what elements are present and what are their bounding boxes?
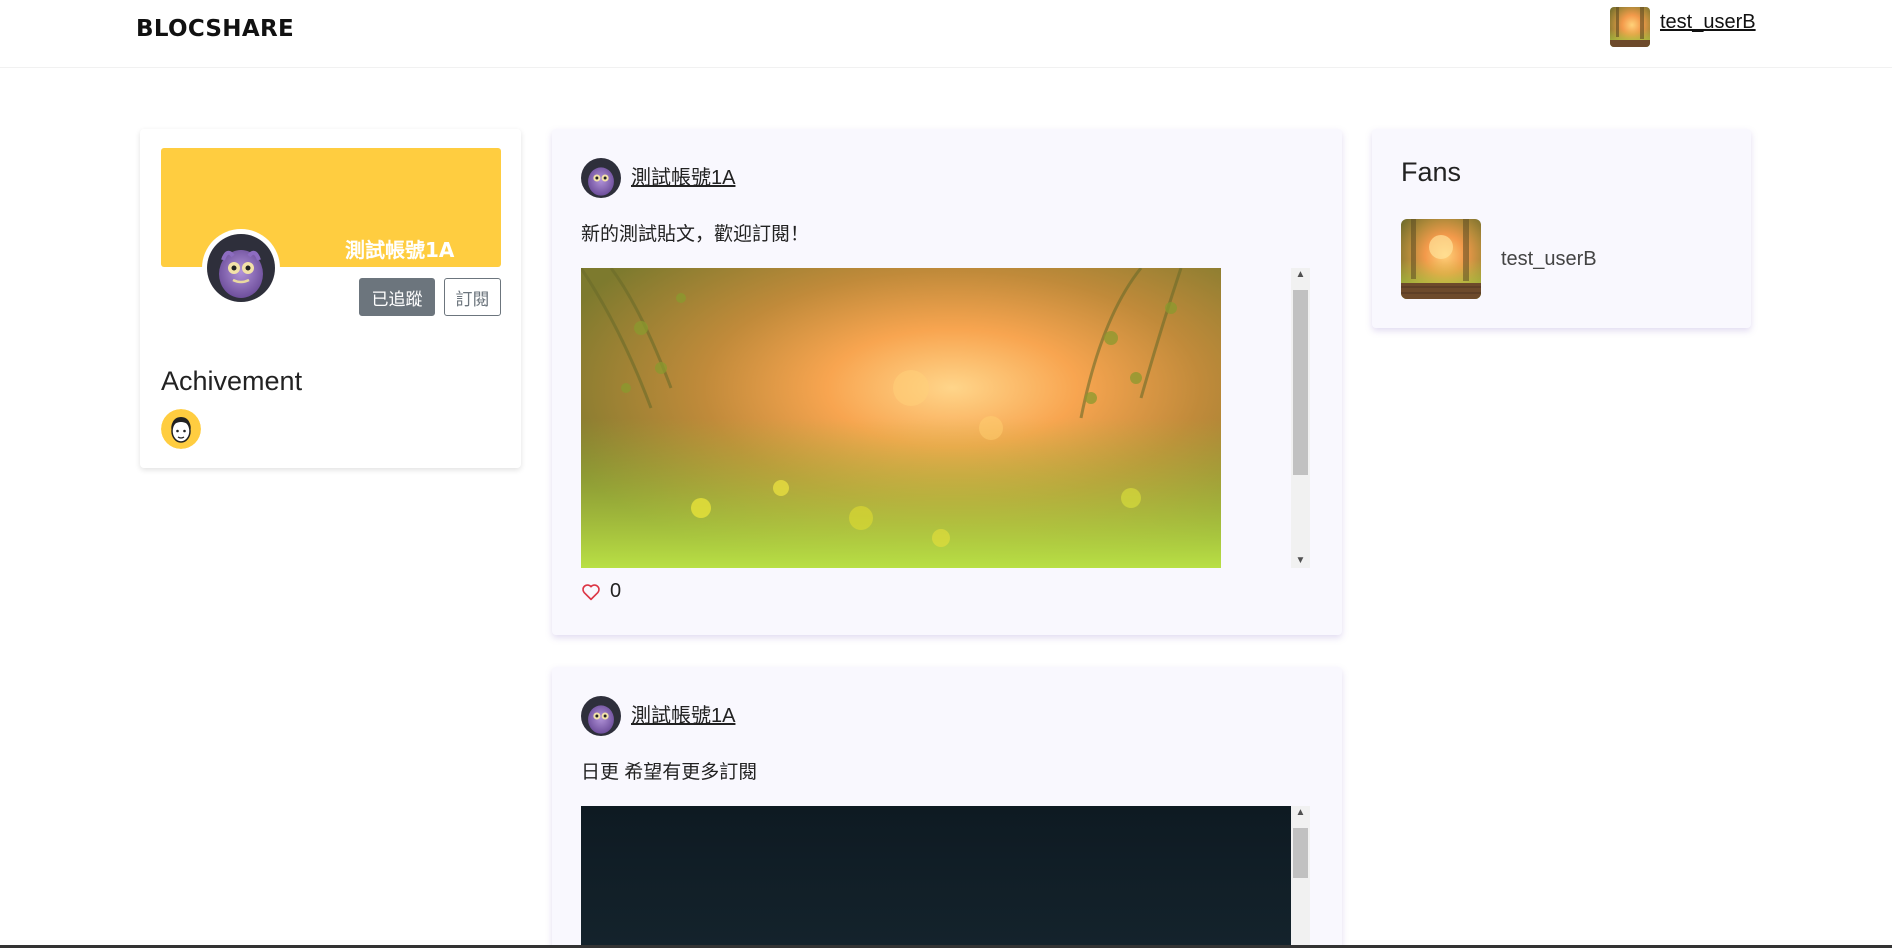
user-avatar[interactable] <box>1610 7 1650 47</box>
post-image-scroll[interactable]: ▲ ▼ <box>581 268 1310 568</box>
scrollbar-thumb[interactable] <box>1293 828 1308 878</box>
author-name-link[interactable]: 測試帳號1A <box>631 161 735 190</box>
profile-avatar <box>202 229 280 307</box>
scroll-down-icon[interactable]: ▼ <box>1291 554 1310 568</box>
brand-logo[interactable]: BLOCSHARE <box>136 16 294 42</box>
post-card: 測試帳號1A 新的測試貼文，歡迎訂閱！ ▲ ▼ 0 <box>552 129 1342 635</box>
fan-avatar[interactable] <box>1401 219 1481 299</box>
post-image <box>581 806 1291 946</box>
nav-user-menu[interactable]: test_userB <box>1610 7 1756 47</box>
profile-name: 測試帳號1A <box>345 238 455 262</box>
heart-outline-icon[interactable] <box>581 583 601 601</box>
post-media-scrollbar[interactable]: ▲ ▼ <box>1291 268 1310 568</box>
fan-item[interactable]: test_userB <box>1401 219 1597 299</box>
fans-title: Fans <box>1401 157 1462 187</box>
nav-username-link[interactable]: test_userB <box>1660 11 1756 34</box>
followed-button[interactable]: 已追蹤 <box>359 278 435 316</box>
achievement-badge-icon[interactable] <box>161 409 201 449</box>
post-image-scroll[interactable]: ▲ <box>581 806 1310 946</box>
post-author: 測試帳號1A <box>581 158 735 198</box>
navbar: BLOCSHARE test_userB <box>0 0 1892 68</box>
post-image <box>581 268 1221 568</box>
like-row: 0 <box>581 580 621 603</box>
post-media-scrollbar[interactable]: ▲ <box>1291 806 1310 946</box>
author-avatar[interactable] <box>581 696 621 736</box>
monster-avatar-icon <box>581 696 621 736</box>
fan-name[interactable]: test_userB <box>1501 248 1597 271</box>
post-author: 測試帳號1A <box>581 696 735 736</box>
monster-avatar-icon <box>581 158 621 198</box>
monster-avatar-icon <box>207 234 275 302</box>
author-avatar[interactable] <box>581 158 621 198</box>
scrollbar-thumb[interactable] <box>1293 290 1308 475</box>
author-name-link[interactable]: 測試帳號1A <box>631 699 735 728</box>
subscribe-button[interactable]: 訂閱 <box>444 278 501 316</box>
post-text: 日更 希望有更多訂閱 <box>581 762 758 783</box>
scroll-up-icon[interactable]: ▲ <box>1291 268 1310 282</box>
like-count: 0 <box>610 580 622 602</box>
post-card: 測試帳號1A 日更 希望有更多訂閱 ▲ <box>552 667 1342 948</box>
scroll-up-icon[interactable]: ▲ <box>1291 806 1310 820</box>
profile-card: 測試帳號1A 已追蹤 訂閱 Achivement <box>140 129 521 468</box>
post-text: 新的測試貼文，歡迎訂閱！ <box>581 224 810 245</box>
fans-card: Fans test_userB <box>1372 129 1751 328</box>
achievement-title: Achivement <box>161 366 303 396</box>
